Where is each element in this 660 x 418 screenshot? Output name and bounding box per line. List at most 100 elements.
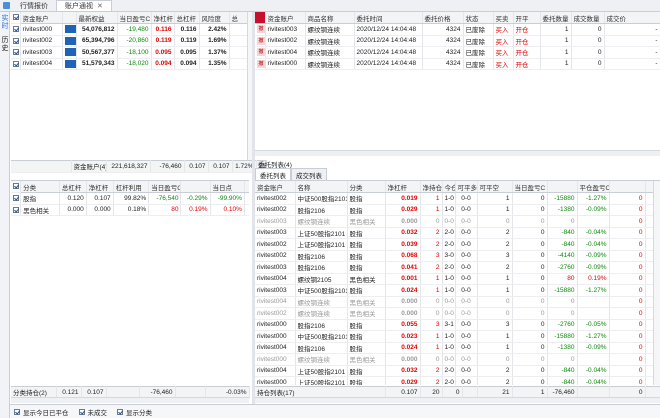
column-header[interactable] (62, 12, 77, 24)
table-row[interactable]: rivitest000 螺纹钢连续 黑色相关 0.000 0 0-0 0-0 0 0 0 0 (255, 353, 653, 366)
table-row[interactable]: 黑色相关0.0000.0000.18%800.19%0.10%0.00 (11, 204, 249, 216)
vtab-realtime[interactable]: 实时 (0, 12, 10, 34)
trend-chart-icon[interactable] (64, 48, 75, 57)
checkbox[interactable] (13, 195, 19, 202)
trend-chart-icon[interactable] (64, 59, 75, 68)
option-toggle[interactable]: 未成交 (78, 407, 107, 417)
column-header[interactable]: 资金账户 (255, 181, 296, 193)
checkbox[interactable] (13, 37, 19, 44)
table-row[interactable]: rivitest003 股指2106 股指 0.041 2 2-0 0-0 2 0 -2760 -0… (255, 261, 653, 274)
column-header[interactable]: 成交价 (604, 12, 660, 24)
vtab-history[interactable]: 历史 (0, 34, 10, 56)
checkbox[interactable] (13, 49, 19, 56)
column-header[interactable]: 分类 (347, 181, 386, 193)
table-row[interactable]: rivitest000 54,076,812 -19,480 0.116 0.116 2.… (11, 23, 253, 36)
row-checkbox-cell[interactable] (11, 46, 21, 59)
option-toggle[interactable]: 显示分类 (117, 407, 152, 417)
table-row[interactable]: rivitest002 上证50股指2101 股指 0.039 2 2-0 0-0 2 0 -84… (255, 238, 653, 251)
orders-h-scrollbar[interactable] (255, 150, 660, 156)
header-checkbox-cell[interactable] (11, 181, 22, 193)
column-header[interactable]: 名称 (295, 181, 348, 193)
option-toggle[interactable]: 显示今日已平仓 (14, 407, 69, 417)
column-header[interactable]: 委托时间 (354, 12, 423, 24)
column-header[interactable]: 可平空 (477, 181, 513, 193)
column-header[interactable]: 平仓盈亏C (577, 181, 610, 193)
column-header[interactable]: 资金账户 (265, 12, 306, 24)
table-row[interactable]: rivitest002 螺纹钢连续 黑色相关 0.000 0 0-0 0-0 0 0 0 0 (255, 307, 653, 320)
header-checkbox-cell[interactable] (11, 12, 21, 24)
column-header[interactable]: 杠杆利用 (113, 181, 150, 193)
cancel-cell[interactable]: 撤 (255, 58, 266, 70)
table-row[interactable]: rivitest000 上证50股指2101 股指 0.029 2 2-0 0-0 2 0 -84… (255, 376, 653, 385)
checkbox[interactable] (117, 408, 123, 415)
table-row[interactable]: rivitest004 51,579,343 -18,020 0.094 0.094 1.… (11, 58, 253, 70)
column-header[interactable]: 当日盈亏C (512, 181, 548, 193)
table-row[interactable]: rivitest003 中证500股指2101 股指 0.024 1 1-0 0-0 1 0 -1… (255, 284, 653, 297)
cancel-order-button[interactable]: 撤 (257, 25, 264, 34)
tab-account-view[interactable]: 账户通视 ✕ (56, 0, 112, 11)
table-row[interactable]: 股指0.1200.10799.82%-76,540-0.29%-99.90%-0… (11, 192, 249, 205)
table-row[interactable]: rivitest000 股指2106 股指 0.055 3 3-1 0-0 3 0 -2760 -0… (255, 319, 653, 331)
table-row[interactable]: 撤 rivitest003 螺纹钢连续 2020/12/24 14:04:48 4324… (255, 23, 660, 36)
column-header[interactable]: 当日盈亏C (148, 181, 182, 193)
table-row[interactable]: rivitest002 65,394,796 -20,860 0.119 0.119 1.… (11, 35, 253, 47)
column-header[interactable]: 成交数量 (571, 12, 605, 24)
column-header[interactable]: 商品名称 (305, 12, 355, 24)
table-row[interactable]: 撤 rivitest004 螺纹钢连续 2020/12/24 14:04:48 4324… (255, 46, 660, 59)
column-header[interactable]: 委托数量 (540, 12, 572, 24)
tab-market-quotes[interactable]: 行情报价 (12, 0, 56, 11)
column-header[interactable]: 风险度 (199, 12, 230, 24)
column-header[interactable]: 当日点 (210, 181, 245, 193)
cancel-cell[interactable]: 撤 (255, 35, 266, 47)
checkbox[interactable] (13, 183, 19, 190)
column-header[interactable] (645, 181, 653, 193)
table-row[interactable]: rivitest002 股指2106 股指 0.029 1 1-0 0-0 1 0 -1380 -0… (255, 204, 653, 216)
cancel-order-button[interactable]: 撤 (257, 48, 264, 57)
table-row[interactable]: 撤 rivitest000 螺纹钢连续 2020/12/24 14:04:48 4324… (255, 58, 660, 70)
column-header[interactable]: 总杠杆 (59, 181, 87, 193)
row-checkbox-cell[interactable] (11, 192, 22, 205)
checkbox[interactable] (13, 14, 19, 21)
column-header[interactable] (547, 181, 578, 193)
row-checkbox-cell[interactable] (11, 23, 21, 36)
column-header[interactable] (180, 181, 211, 193)
column-header[interactable]: 委托价格 (422, 12, 464, 24)
table-row[interactable]: rivitest004 螺纹钢连续 黑色相关 0.000 0 0-0 0-0 0 0 0 0 (255, 296, 653, 308)
column-header[interactable] (609, 181, 646, 193)
checkbox[interactable] (13, 206, 19, 213)
column-header[interactable]: 净杠杆 (86, 181, 114, 193)
column-header[interactable]: 最新权益 (76, 12, 118, 24)
row-checkbox-cell[interactable] (11, 35, 21, 47)
column-header[interactable]: 开平 (513, 12, 541, 24)
table-row[interactable]: rivitest003 螺纹钢连续 黑色相关 0.000 0 0-0 0-0 0 0 0 0 (255, 215, 653, 228)
table-row[interactable]: rivitest004 上证50股指2101 股指 0.032 2 2-0 0-0 2 0 -84… (255, 365, 653, 377)
column-header[interactable]: 当日盈亏C (117, 12, 152, 24)
cancel-order-button[interactable]: 撤 (257, 59, 264, 68)
table-row[interactable]: rivitest002 股指2106 股指 0.068 3 3-0 0-0 3 0 -4140 -0… (255, 250, 653, 262)
column-header[interactable]: 净杠杆 (151, 12, 175, 24)
column-header[interactable]: 可平多 (455, 181, 478, 193)
column-header[interactable]: 资金账户 (20, 12, 63, 24)
trend-chart-icon[interactable] (64, 25, 75, 34)
checkbox[interactable] (13, 26, 19, 33)
column-header[interactable]: 状态 (463, 12, 494, 24)
table-row[interactable]: rivitest004 股指2106 股指 0.024 1 1-0 0-0 1 0 -1380 -0… (255, 342, 653, 354)
column-header[interactable]: 净持仓 (420, 181, 443, 193)
table-row[interactable]: rivitest003 上证50股指2101 股指 0.032 2 2-0 0-0 2 0 -84… (255, 227, 653, 239)
table-row[interactable]: rivitest003 50,567,377 -18,100 0.095 0.095 1.… (11, 46, 253, 59)
positions-scrollbar[interactable] (653, 181, 660, 385)
checkbox[interactable] (78, 408, 85, 415)
cancel-order-button[interactable]: 撤 (257, 36, 264, 45)
column-header[interactable]: 今仓 (442, 181, 456, 193)
positions-h-scrollbar[interactable] (255, 397, 660, 403)
column-header[interactable] (244, 181, 249, 193)
column-header[interactable]: 总杠杆 (174, 12, 200, 24)
checkbox[interactable] (14, 408, 20, 415)
column-header[interactable]: 买卖 (493, 12, 514, 24)
cancel-cell[interactable]: 撤 (255, 46, 266, 59)
column-header[interactable]: 净杠杆 (385, 181, 421, 193)
categories-h-scrollbar[interactable] (11, 397, 249, 403)
table-row[interactable]: rivitest002 中证500股指2101 股指 0.019 1 1-0 0-0 1 0 -1… (255, 192, 653, 205)
row-checkbox-cell[interactable] (11, 204, 22, 216)
table-row[interactable]: rivitest000 中证500股指2101 股指 0.023 1 1-0 0-0 1 0 -1… (255, 330, 653, 343)
